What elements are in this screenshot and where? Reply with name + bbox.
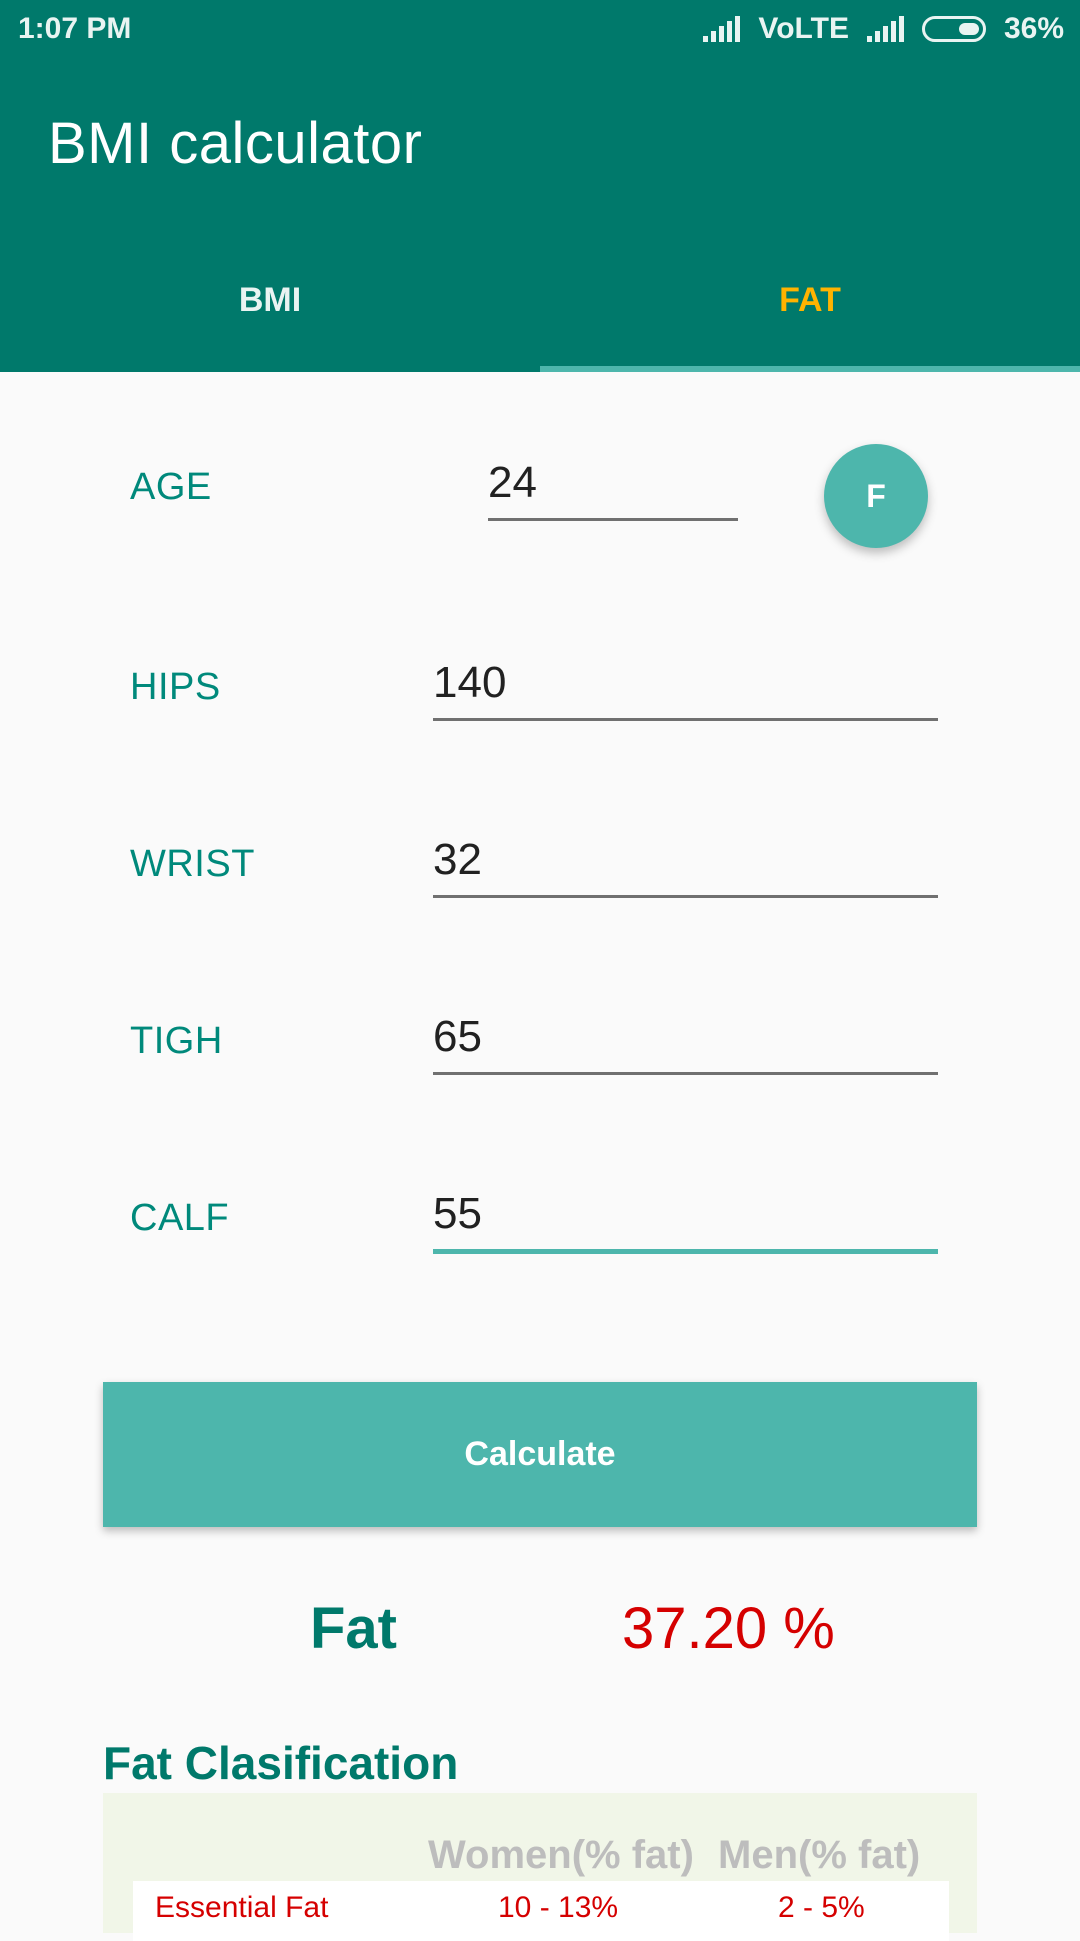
status-right: VoLTE 36%: [703, 12, 1064, 46]
women-column-header: Women(% fat): [428, 1833, 694, 1877]
result-value: 37.20 %: [622, 1596, 835, 1661]
classification-title: Fat Clasification: [103, 1737, 459, 1789]
age-label: AGE: [130, 466, 212, 508]
network-label: VoLTE: [758, 12, 849, 45]
tab-fat[interactable]: FAT: [540, 255, 1080, 372]
classification-table: Women(% fat) Men(% fat) Essential Fat 10…: [103, 1793, 977, 1941]
calculate-button-label: Calculate: [464, 1435, 616, 1473]
hips-input[interactable]: [433, 658, 938, 721]
tab-bmi-label: BMI: [238, 281, 302, 319]
signal-icon: [703, 16, 741, 42]
hips-label: HIPS: [130, 666, 221, 708]
wrist-label: WRIST: [130, 843, 255, 885]
battery-percent: 36%: [1003, 12, 1064, 45]
calf-label: CALF: [130, 1197, 230, 1239]
gender-toggle-label: F: [866, 477, 886, 514]
men-column-header: Men(% fat): [718, 1833, 921, 1877]
signal-icon: [866, 16, 904, 42]
calculate-button[interactable]: Calculate: [103, 1382, 977, 1527]
app-bar: 1:07 PM VoLTE 36% BMI calculator BMI FAT: [0, 0, 1080, 372]
tab-fat-label: FAT: [779, 281, 841, 319]
gender-toggle-button[interactable]: F: [824, 444, 928, 548]
battery-icon: [921, 16, 986, 42]
tab-bmi[interactable]: BMI: [0, 255, 540, 372]
status-time: 1:07 PM: [18, 12, 132, 45]
tigh-input[interactable]: [433, 1012, 938, 1075]
wrist-input[interactable]: [433, 835, 938, 898]
calf-input[interactable]: [433, 1189, 938, 1254]
age-input[interactable]: [488, 458, 738, 521]
status-bar: 1:07 PM VoLTE 36%: [0, 0, 1080, 60]
tab-bar: BMI FAT: [0, 255, 1080, 372]
table-row: Essential Fat 10 - 13% 2 - 5%: [133, 1881, 949, 1941]
app-title: BMI calculator: [48, 111, 423, 176]
result-label: Fat: [310, 1596, 397, 1661]
tigh-label: TIGH: [130, 1020, 223, 1062]
